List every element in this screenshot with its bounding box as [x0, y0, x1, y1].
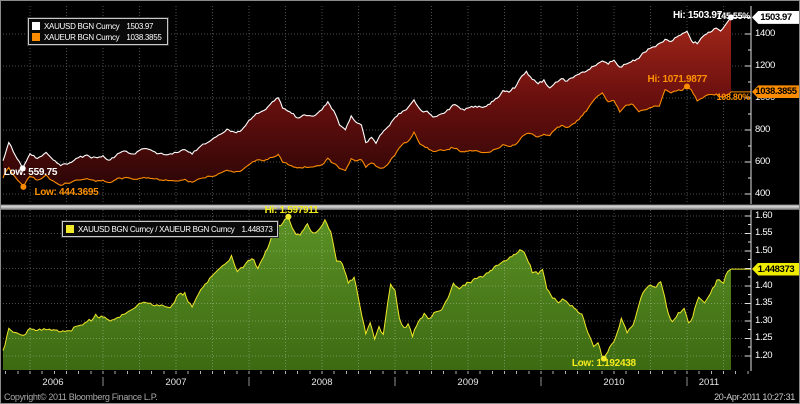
bottom-legend: XAUUSD BGN Curncy / XAUEUR BGN Curncy 1.…: [62, 221, 279, 237]
annotation-xauusd-low: Low: 559.75: [3, 167, 58, 179]
y-axis-label-bottom: 1.40: [755, 279, 773, 291]
bloomberg-chart-window: XAUUSD BGN Curncy 1503.97 XAUEUR BGN Cur…: [0, 0, 800, 404]
x-axis-year-label: 2010: [603, 377, 625, 388]
y-axis-label-bottom: 1.50: [755, 244, 773, 256]
legend-item-ratio[interactable]: XAUUSD BGN Curncy / XAUEUR BGN Curncy 1.…: [66, 224, 273, 234]
xaueur-pct-change-label: 108.80%: [716, 92, 751, 102]
ratio-swatch-icon: [66, 225, 74, 233]
legend-value: 1.448373: [241, 224, 273, 234]
panel-divider[interactable]: [1, 204, 799, 210]
legend-label: XAUUSD BGN Curncy / XAUEUR BGN Curncy: [78, 224, 235, 234]
y-axis-label-top: 800: [755, 124, 770, 135]
annotation-xauusd-hi: Hi: 1503.97: [673, 10, 722, 22]
y-axis-label-bottom: 1.35: [755, 297, 773, 309]
x-axis-year-label: 2011: [698, 377, 720, 388]
top-legend: XAUUSD BGN Curncy 1503.97 XAUEUR BGN Cur…: [28, 18, 168, 45]
legend-label: XAUEUR BGN Curncy: [44, 32, 120, 42]
y-axis-label-top: 600: [755, 156, 770, 167]
x-axis-year-label: 2009: [457, 377, 479, 388]
xaueur-swatch-icon: [32, 33, 40, 41]
x-axis-year-label: 2006: [42, 377, 64, 388]
copyright-text: Copyright© 2011 Bloomberg Finance L.P.: [4, 392, 158, 402]
y-axis-label-bottom: 1.30: [755, 314, 773, 326]
timestamp-text: 20-Apr-2011 10:27:31: [714, 392, 795, 402]
y-axis-label-bottom: 1.25: [755, 332, 773, 344]
annotation-xaueur-low: Low: 444.3695: [34, 186, 99, 198]
chart-plot-area[interactable]: [1, 1, 800, 404]
ratio-last-price-badge: 1.448373: [752, 262, 799, 276]
legend-label: XAUUSD BGN Curncy: [44, 21, 120, 31]
legend-value: 1503.97: [126, 21, 154, 31]
y-axis-label-bottom: 1.60: [755, 209, 773, 221]
legend-item-xauusd[interactable]: XAUUSD BGN Curncy 1503.97: [32, 21, 162, 31]
xauusd-swatch-icon: [32, 22, 40, 30]
y-axis-label-bottom: 1.55: [755, 227, 773, 239]
y-axis-label-top: 1200: [755, 60, 775, 71]
y-axis-label-top: 400: [755, 188, 770, 199]
y-axis-label-bottom: 1.20: [755, 349, 773, 361]
annotation-xaueur-hi: Hi: 1071.9877: [647, 74, 708, 86]
y-axis-label-top: 1400: [755, 28, 775, 39]
annotation-ratio-hi: Hi: 1.597911: [264, 204, 319, 216]
annotation-ratio-low: Low: 1.192438: [571, 357, 636, 369]
x-axis-year-label: 2007: [165, 377, 187, 388]
xauusd-last-price-badge: 1503.97: [752, 10, 799, 24]
legend-item-xaueur[interactable]: XAUEUR BGN Curncy 1038.3855: [32, 32, 162, 42]
xaueur-last-price-badge: 1038.3855: [752, 85, 799, 99]
x-axis-year-label: 2008: [311, 377, 333, 388]
legend-value: 1038.3855: [126, 32, 162, 42]
